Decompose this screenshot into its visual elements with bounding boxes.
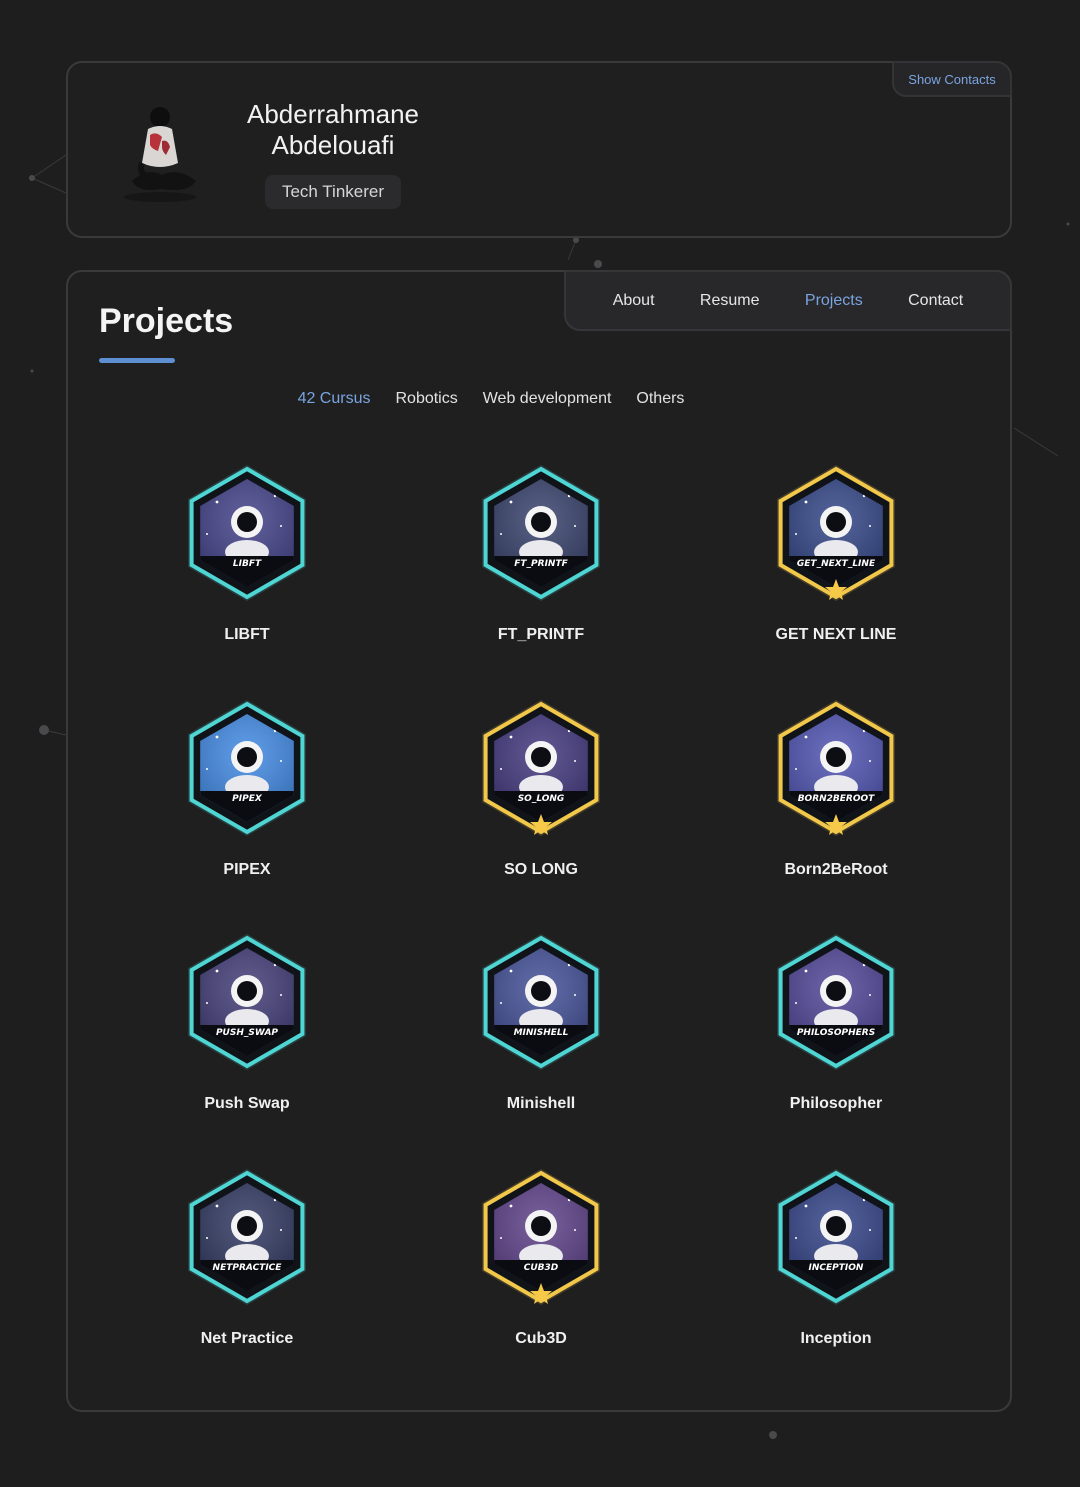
badge-label: PHILOSOPHERS — [797, 1028, 875, 1038]
project-name: Inception — [800, 1330, 872, 1347]
filter-42-cursus[interactable]: 42 Cursus — [298, 390, 371, 408]
star-icon — [825, 814, 847, 835]
project-badge-icon: PHILOSOPHERS — [766, 931, 906, 1073]
badge-label: INCEPTION — [809, 1263, 864, 1273]
project-card[interactable]: PIPEX PIPEX — [147, 697, 347, 879]
show-contacts-button[interactable]: Show Contacts — [892, 61, 1012, 97]
project-name: Philosopher — [789, 1095, 883, 1112]
filter-web-development[interactable]: Web development — [483, 390, 612, 408]
profile-card: Abderrahmane Abdelouafi Tech Tinkerer Sh… — [66, 61, 1012, 238]
project-card[interactable]: GET_NEXT_LINE GET NEXT LINE — [736, 462, 936, 644]
filter-robotics[interactable]: Robotics — [395, 390, 457, 408]
page-title: Projects — [99, 302, 234, 340]
project-name: Minishell — [506, 1095, 576, 1112]
project-name: LIBFT — [224, 626, 270, 643]
avatar — [118, 101, 202, 205]
badge-label: FT_PRINTF — [514, 559, 568, 569]
project-card[interactable]: PUSH_SWAP Push Swap — [147, 931, 347, 1113]
badge-label: PUSH_SWAP — [216, 1028, 278, 1038]
filter-bar: 42 Cursus Robotics Web development Other… — [68, 390, 1014, 408]
project-badge-icon: PUSH_SWAP — [177, 931, 317, 1073]
project-badge-icon: CUB3D — [471, 1166, 611, 1308]
project-badge-icon: INCEPTION — [766, 1166, 906, 1308]
project-name: GET NEXT LINE — [775, 626, 897, 643]
project-card[interactable]: BORN2BEROOT Born2BeRoot — [736, 697, 936, 879]
project-card[interactable]: MINISHELL Minishell — [441, 931, 641, 1113]
project-name: FT_PRINTF — [497, 626, 585, 643]
project-badge-icon: PIPEX — [177, 697, 317, 839]
nav-resume[interactable]: Resume — [700, 292, 760, 310]
project-badge-icon: FT_PRINTF — [471, 462, 611, 604]
project-badge-icon: NETPRACTICE — [177, 1166, 317, 1308]
badge-label: GET_NEXT_LINE — [797, 559, 876, 569]
star-icon — [825, 579, 847, 600]
projects-panel: About Resume Projects Contact Projects 4… — [66, 270, 1012, 1412]
project-badge-icon: GET_NEXT_LINE — [766, 462, 906, 604]
profile-name-last: Abdelouafi — [271, 130, 395, 160]
project-name: PIPEX — [223, 861, 271, 878]
badge-label: MINISHELL — [514, 1028, 569, 1038]
star-icon — [530, 1283, 552, 1304]
badge-label: SO_LONG — [518, 794, 565, 804]
badge-label: LIBFT — [233, 559, 262, 569]
badge-label: BORN2BEROOT — [798, 794, 875, 804]
project-badge-icon: LIBFT — [177, 462, 317, 604]
project-card[interactable]: LIBFT LIBFT — [147, 462, 347, 644]
project-card[interactable]: FT_PRINTF FT_PRINTF — [441, 462, 641, 644]
project-name: Born2BeRoot — [784, 861, 888, 878]
badge-label: NETPRACTICE — [213, 1263, 283, 1273]
project-card[interactable]: CUB3D Cub3D — [441, 1166, 641, 1348]
project-card[interactable]: NETPRACTICE Net Practice — [147, 1166, 347, 1348]
star-icon — [530, 814, 552, 835]
nav-projects[interactable]: Projects — [805, 292, 863, 310]
nav-contact[interactable]: Contact — [908, 292, 963, 310]
filter-others[interactable]: Others — [636, 390, 684, 408]
badge-label: CUB3D — [524, 1263, 559, 1273]
project-card[interactable]: PHILOSOPHERS Philosopher — [736, 931, 936, 1113]
project-name: SO LONG — [504, 861, 578, 878]
project-card[interactable]: SO_LONG SO LONG — [441, 697, 641, 879]
project-badge-icon: BORN2BEROOT — [766, 697, 906, 839]
profile-name-first: Abderrahmane — [247, 99, 419, 129]
profile-name-block: Abderrahmane Abdelouafi Tech Tinkerer — [208, 99, 458, 209]
project-card[interactable]: INCEPTION Inception — [736, 1166, 936, 1348]
profile-title-badge: Tech Tinkerer — [264, 175, 402, 209]
project-badge-icon: SO_LONG — [471, 697, 611, 839]
title-underline — [99, 358, 175, 363]
badge-label: PIPEX — [232, 794, 263, 804]
project-name: Cub3D — [515, 1330, 567, 1347]
navbar: About Resume Projects Contact — [564, 270, 1012, 331]
project-name: Net Practice — [200, 1330, 294, 1347]
project-badge-icon: MINISHELL — [471, 931, 611, 1073]
project-name: Push Swap — [204, 1095, 290, 1112]
nav-about[interactable]: About — [613, 292, 655, 310]
